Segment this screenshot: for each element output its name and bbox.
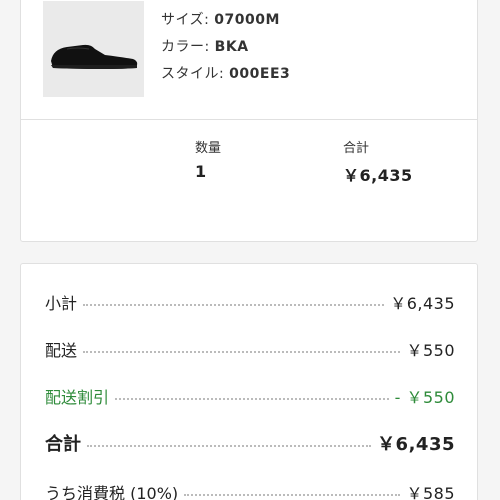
dotted-leader: [83, 304, 385, 306]
shipping-value: ￥550: [406, 341, 455, 360]
dotted-leader: [184, 494, 401, 496]
size-label: サイズ:: [161, 12, 215, 28]
tax-label: うち消費税 (10%): [45, 484, 179, 500]
shipping-discount-label: 配送割引: [45, 388, 110, 407]
shipping-label: 配送: [45, 341, 78, 360]
total-label: 合計: [45, 434, 81, 455]
product-color: カラー: BKA: [161, 36, 249, 56]
summary-row-shipping-discount: 配送割引 - ￥550: [45, 384, 455, 408]
style-value: 000EE3: [229, 66, 291, 82]
style-label: スタイル:: [161, 66, 230, 82]
total-value: ￥6,435: [377, 434, 455, 455]
order-summary-card: 小計 ￥6,435 配送 ￥550 配送割引 - ￥550 合計 ￥6,435 …: [20, 263, 478, 500]
subtotal-label: 小計: [45, 294, 78, 313]
summary-row-shipping: 配送 ￥550: [45, 337, 455, 361]
quantity-label: 数量: [195, 141, 222, 156]
quantity-value: 1: [195, 162, 207, 181]
checkout-page: サイズ: 07000M カラー: BKA スタイル: 000EE3 数量 1 合…: [0, 0, 500, 500]
item-total-value: ￥6,435: [343, 166, 413, 185]
color-value: BKA: [214, 39, 249, 55]
product-style: スタイル: 000EE3: [161, 63, 290, 83]
summary-row-tax: うち消費税 (10%) ￥585: [45, 480, 455, 500]
summary-row-subtotal: 小計 ￥6,435: [45, 290, 455, 314]
color-label: カラー:: [161, 39, 215, 55]
product-image[interactable]: [43, 1, 144, 97]
tax-value: ￥585: [406, 484, 455, 500]
size-value: 07000M: [214, 12, 280, 28]
item-total-label: 合計: [343, 141, 370, 156]
dotted-leader: [115, 398, 389, 400]
summary-row-total: 合計 ￥6,435: [45, 430, 455, 456]
sneaker-icon: [51, 44, 138, 69]
dotted-leader: [87, 445, 372, 447]
cart-item-card: サイズ: 07000M カラー: BKA スタイル: 000EE3 数量 1 合…: [20, 0, 478, 242]
subtotal-value: ￥6,435: [390, 294, 455, 313]
card-divider: [21, 119, 477, 120]
dotted-leader: [83, 351, 401, 353]
product-size: サイズ: 07000M: [161, 9, 280, 29]
shipping-discount-value: - ￥550: [394, 388, 455, 407]
